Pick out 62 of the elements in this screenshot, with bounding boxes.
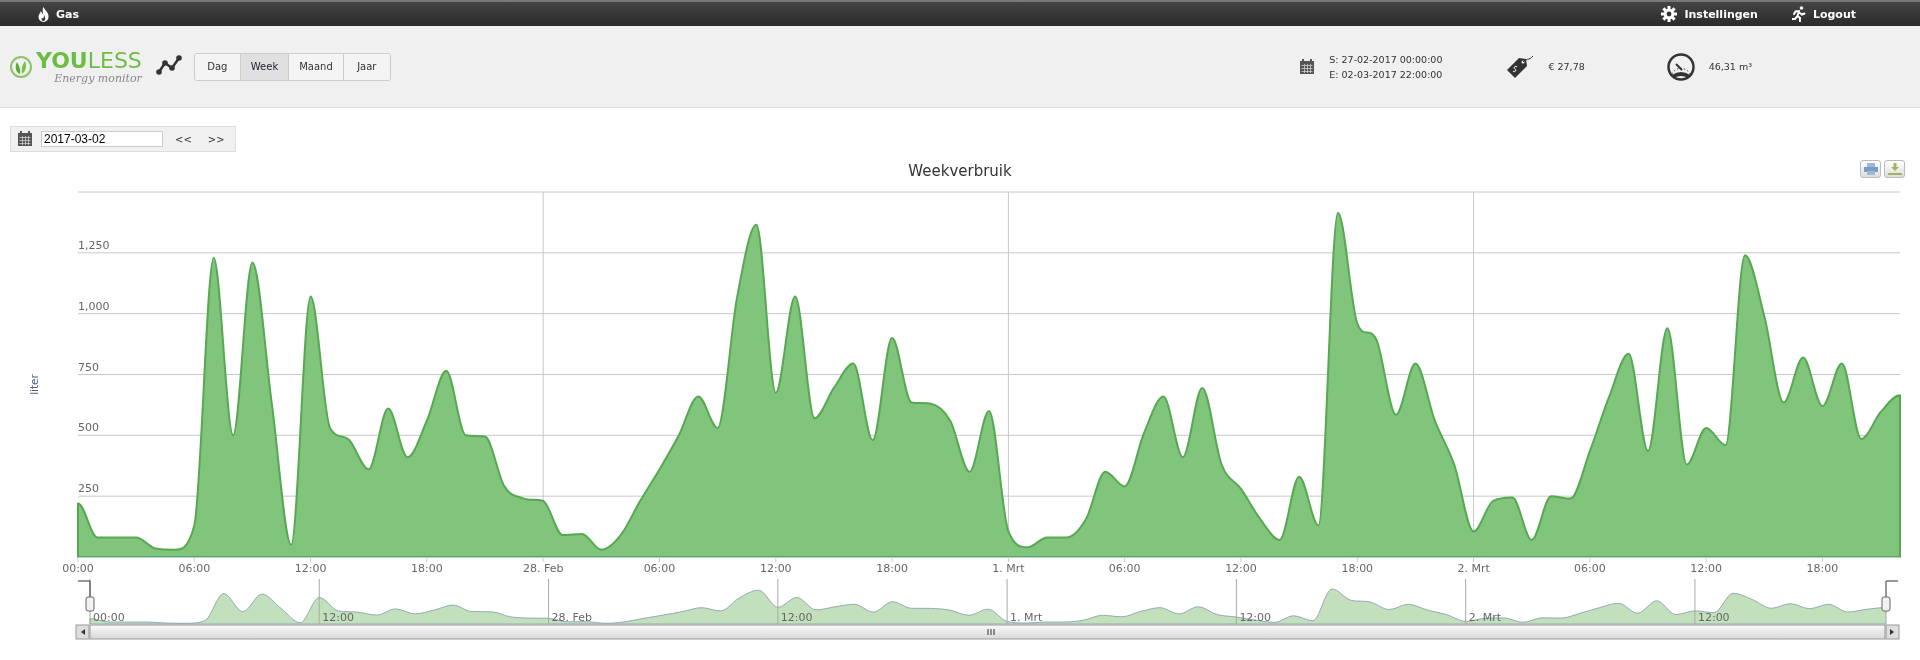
cost-value: € 27,78 [1548, 61, 1585, 72]
price-tag-icon [1506, 54, 1535, 79]
leaf-logo-icon [10, 55, 32, 78]
navigator-label: 12:00 [322, 611, 354, 624]
x-axis-label: 18:00 [411, 562, 443, 575]
flame-icon [38, 6, 49, 22]
x-axis-label: 18:00 [1806, 562, 1839, 575]
x-axis-label: 06:00 [1108, 562, 1141, 575]
gauge-icon [1666, 52, 1695, 81]
x-axis-label: 06:00 [643, 562, 676, 575]
chart-title: Weekverbruik [908, 162, 1012, 180]
logout-link[interactable]: Logout [1812, 7, 1856, 21]
section-title: Gas [56, 7, 79, 21]
line-chart-icon[interactable] [155, 54, 182, 75]
x-axis-label: 12:00 [294, 562, 327, 575]
navigator-handle[interactable] [1881, 596, 1891, 612]
period-tab[interactable]: Week [240, 53, 290, 80]
navigator-handle[interactable] [85, 596, 95, 612]
x-axis-label: 18:00 [1341, 562, 1374, 575]
logo-wordmark: YOULESS [36, 49, 142, 72]
navigator-label: 12:00 [780, 611, 813, 624]
x-axis-label: 00:00 [62, 562, 94, 575]
x-axis-label: 12:00 [1225, 562, 1257, 575]
logo-tagline: Energy monitor [54, 72, 142, 84]
navigator-label: 1. Mrt [1010, 611, 1043, 624]
y-axis-label: 1,250 [78, 238, 110, 252]
period-tab[interactable]: Dag [194, 53, 241, 80]
end-date: E: 02-03-2017 22:00:00 [1329, 68, 1443, 80]
navigator-label: 12:00 [1239, 611, 1272, 624]
print-button[interactable] [1860, 160, 1881, 178]
settings-link[interactable]: Instellingen [1684, 7, 1758, 21]
y-axis-label: 250 [78, 482, 99, 496]
period-tab[interactable]: Maand [289, 53, 344, 80]
x-axis-label: 18:00 [876, 562, 908, 575]
start-date: S: 27-02-2017 00:00:00 [1329, 53, 1443, 65]
scrollbar-thumb[interactable] [89, 624, 1886, 640]
x-axis-label: 2. Mrt [1457, 562, 1490, 575]
navigator-label: 2. Mrt [1468, 611, 1501, 624]
x-axis-label: 06:00 [178, 562, 211, 575]
previous-button[interactable]: << [171, 133, 196, 145]
scroll-right-button[interactable] [1885, 624, 1900, 640]
x-axis-label: 12:00 [1690, 562, 1722, 575]
settings-icon[interactable] [1661, 6, 1678, 22]
running-person-icon[interactable] [1791, 6, 1806, 22]
y-axis-label: 1,000 [78, 299, 110, 313]
x-axis-label: 12:00 [759, 562, 792, 575]
x-axis-label: 28. Feb [522, 562, 564, 575]
scroll-left-button[interactable] [75, 624, 90, 640]
y-axis-label: 500 [78, 421, 99, 435]
navigator-label: 28. Feb [551, 611, 592, 624]
x-axis-label: 06:00 [1574, 562, 1606, 575]
usage-value: 46,31 m³ [1708, 61, 1752, 72]
calendar-icon [1299, 58, 1316, 75]
y-axis-label: 750 [78, 360, 99, 374]
navigator-label: 12:00 [1697, 611, 1730, 624]
period-tab[interactable]: Jaar [343, 53, 390, 80]
y-axis-title: liter [28, 374, 40, 395]
navigator-label: 00:00 [93, 611, 125, 624]
next-button[interactable]: >> [203, 133, 229, 145]
calendar-icon[interactable] [17, 131, 33, 147]
x-axis-label: 1. Mrt [992, 562, 1025, 575]
date-field[interactable]: 2017-03-02 [41, 131, 163, 147]
